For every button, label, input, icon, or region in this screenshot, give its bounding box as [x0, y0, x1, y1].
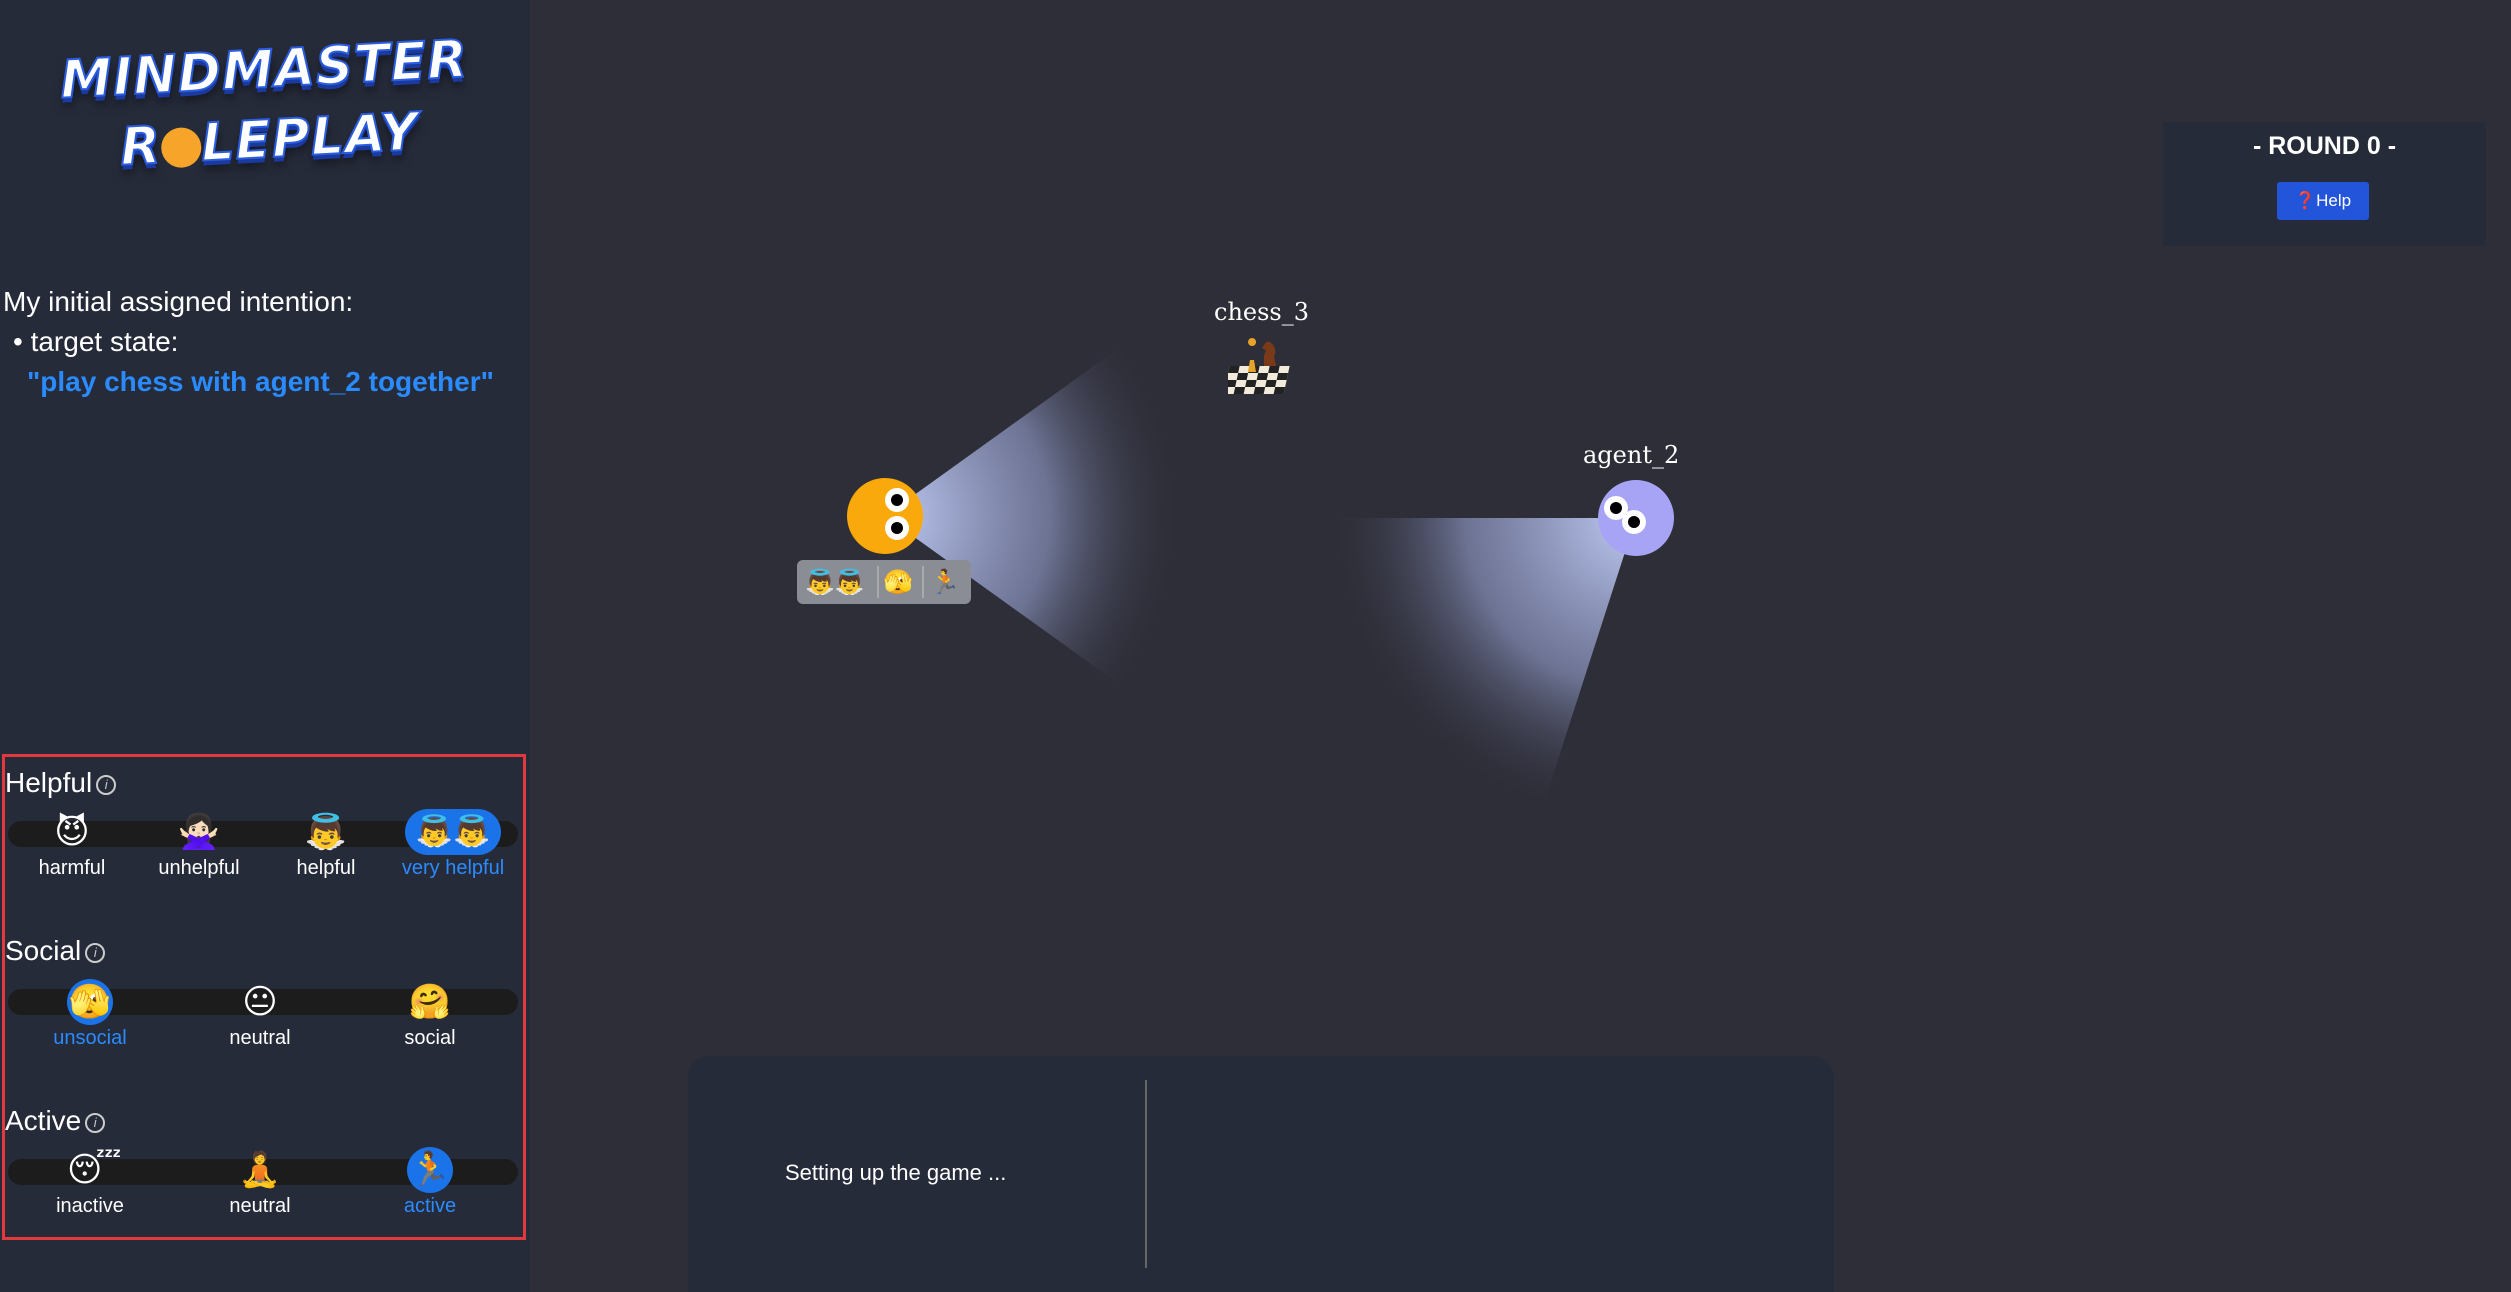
agent1-vision-cone	[885, 340, 1188, 692]
status-message: Setting up the game ...	[785, 1160, 1007, 1185]
help-label: Help	[2316, 191, 2352, 210]
badge-helpful-icon: 👼👼	[805, 568, 865, 596]
help-button[interactable]: ❓Help	[2277, 182, 2369, 220]
agent2-eye	[1622, 510, 1646, 534]
agent2-vision-cone	[1340, 518, 1636, 800]
chess-board-graphic	[1223, 338, 1290, 394]
badge-divider	[922, 566, 924, 598]
player-agent[interactable]	[847, 478, 923, 554]
agent1-eye	[885, 488, 909, 512]
round-title: - ROUND 0 -	[2252, 132, 2397, 160]
badge-divider	[877, 566, 879, 598]
chess-label: chess_3	[1214, 298, 1310, 326]
round-panel: - ROUND 0 - ❓Help	[2163, 122, 2486, 246]
agent-2[interactable]	[1598, 480, 1674, 556]
badge-social-icon: 🫣	[883, 568, 913, 596]
badge-active-icon: 🏃	[930, 568, 960, 596]
dialog-panel: Setting up the game ...	[688, 1056, 1834, 1292]
question-icon: ❓	[2294, 191, 2317, 210]
agent-trait-badge: 👼👼 🫣 🏃	[797, 560, 971, 604]
dialog-divider	[1145, 1080, 1147, 1268]
agent2-label: agent_2	[1583, 441, 1680, 469]
agent1-eye	[885, 516, 909, 540]
chess-board-icon[interactable]	[1223, 336, 1292, 396]
